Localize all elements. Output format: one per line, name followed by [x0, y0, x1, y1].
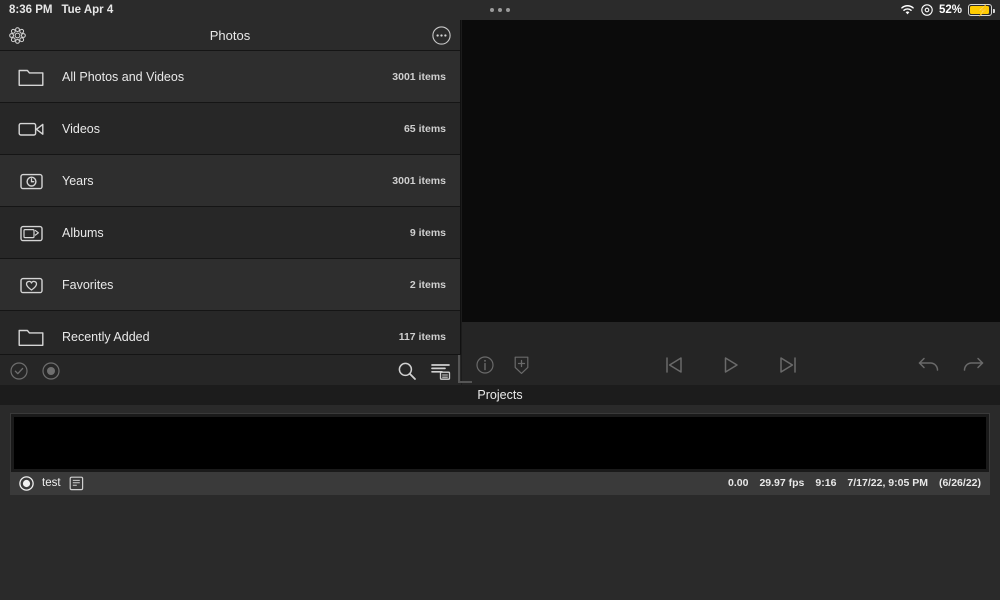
page-title: Photos [209, 27, 251, 43]
project-thumbnail[interactable] [14, 417, 986, 469]
list-item-label: Favorites [62, 277, 114, 292]
wifi-icon [900, 4, 915, 16]
folder-icon [0, 66, 62, 87]
list-item-count: 117 items [398, 330, 446, 343]
battery-charging-icon: ⚡ [968, 4, 995, 17]
undo-arrow-icon[interactable] [918, 356, 940, 372]
status-bar-right: 52% ⚡ [900, 0, 995, 20]
list-item-count: 9 items [409, 226, 446, 239]
list-item-count: 3001 items [392, 70, 446, 83]
list-item[interactable]: Favorites 2 items [0, 259, 460, 311]
list-item-label: Recently Added [62, 329, 150, 344]
record-circle-icon[interactable] [42, 362, 60, 380]
photos-panel: Photos All Photos and Videos 3001 items … [0, 20, 461, 387]
project-name: test [42, 477, 61, 489]
list-item[interactable]: Albums 9 items [0, 207, 460, 259]
location-icon [921, 4, 933, 16]
skip-next-icon[interactable] [778, 356, 798, 374]
app-window: 8:36 PM Tue Apr 4 52% ⚡ Photos All Photo… [0, 0, 1000, 600]
list-item[interactable]: Years 3001 items [0, 155, 460, 207]
projects-panel: test 0.00 29.97 fps 9:16 7/17/22, 9:05 P… [0, 405, 1000, 600]
status-bar: 8:36 PM Tue Apr 4 52% ⚡ [0, 0, 1000, 20]
list-item[interactable]: Videos 65 items [0, 103, 460, 155]
redo-arrow-icon[interactable] [962, 356, 984, 372]
skip-previous-icon[interactable] [664, 356, 684, 374]
list-view-icon[interactable] [431, 362, 451, 381]
play-icon[interactable] [722, 356, 740, 374]
project-created-date: (6/26/22) [938, 477, 981, 489]
project-fps: 29.97 fps [759, 477, 805, 489]
folder-icon [0, 326, 62, 347]
projects-header: Projects [0, 385, 1000, 405]
search-icon[interactable] [397, 361, 417, 381]
list-item-count: 3001 items [392, 174, 446, 187]
list-item-label: Videos [62, 121, 100, 136]
viewer-toolbar [462, 322, 1000, 387]
project-metadata: 0.00 29.97 fps 9:16 7/17/22, 9:05 PM (6/… [728, 477, 981, 489]
project-aspect: 9:16 [815, 477, 837, 489]
video-camera-icon [0, 119, 62, 139]
photo-stack-icon [0, 222, 62, 244]
document-icon[interactable] [69, 476, 84, 491]
list-item-label: Years [62, 173, 94, 188]
list-item-count: 2 items [409, 278, 446, 291]
project-modified-date: 7/17/22, 9:05 PM [847, 477, 928, 489]
panel-resize-handle[interactable] [458, 355, 472, 383]
list-item-label: All Photos and Videos [62, 69, 185, 84]
heart-frame-icon [0, 274, 62, 296]
photos-library-list: All Photos and Videos 3001 items Videos … [0, 51, 460, 363]
project-card[interactable]: test 0.00 29.97 fps 9:16 7/17/22, 9:05 P… [10, 413, 990, 495]
checkmark-circle-icon[interactable] [10, 362, 28, 380]
list-item[interactable]: All Photos and Videos 3001 items [0, 51, 460, 103]
clock-frame-icon [0, 170, 62, 192]
table-row[interactable]: test 0.00 29.97 fps 9:16 7/17/22, 9:05 P… [11, 472, 989, 494]
list-item-count: 65 items [403, 122, 446, 135]
more-ellipsis-circle-icon[interactable] [432, 26, 451, 45]
project-position: 0.00 [728, 477, 749, 489]
multitask-dots-icon [0, 8, 1000, 12]
video-preview-area[interactable] [462, 20, 1000, 322]
photos-panel-toolbar [0, 354, 461, 387]
battery-percent: 52% [938, 4, 962, 16]
radio-selected-icon[interactable] [19, 475, 34, 491]
photos-panel-header: Photos [0, 20, 460, 51]
list-item-label: Albums [62, 225, 104, 240]
projects-title: Projects [477, 388, 523, 402]
